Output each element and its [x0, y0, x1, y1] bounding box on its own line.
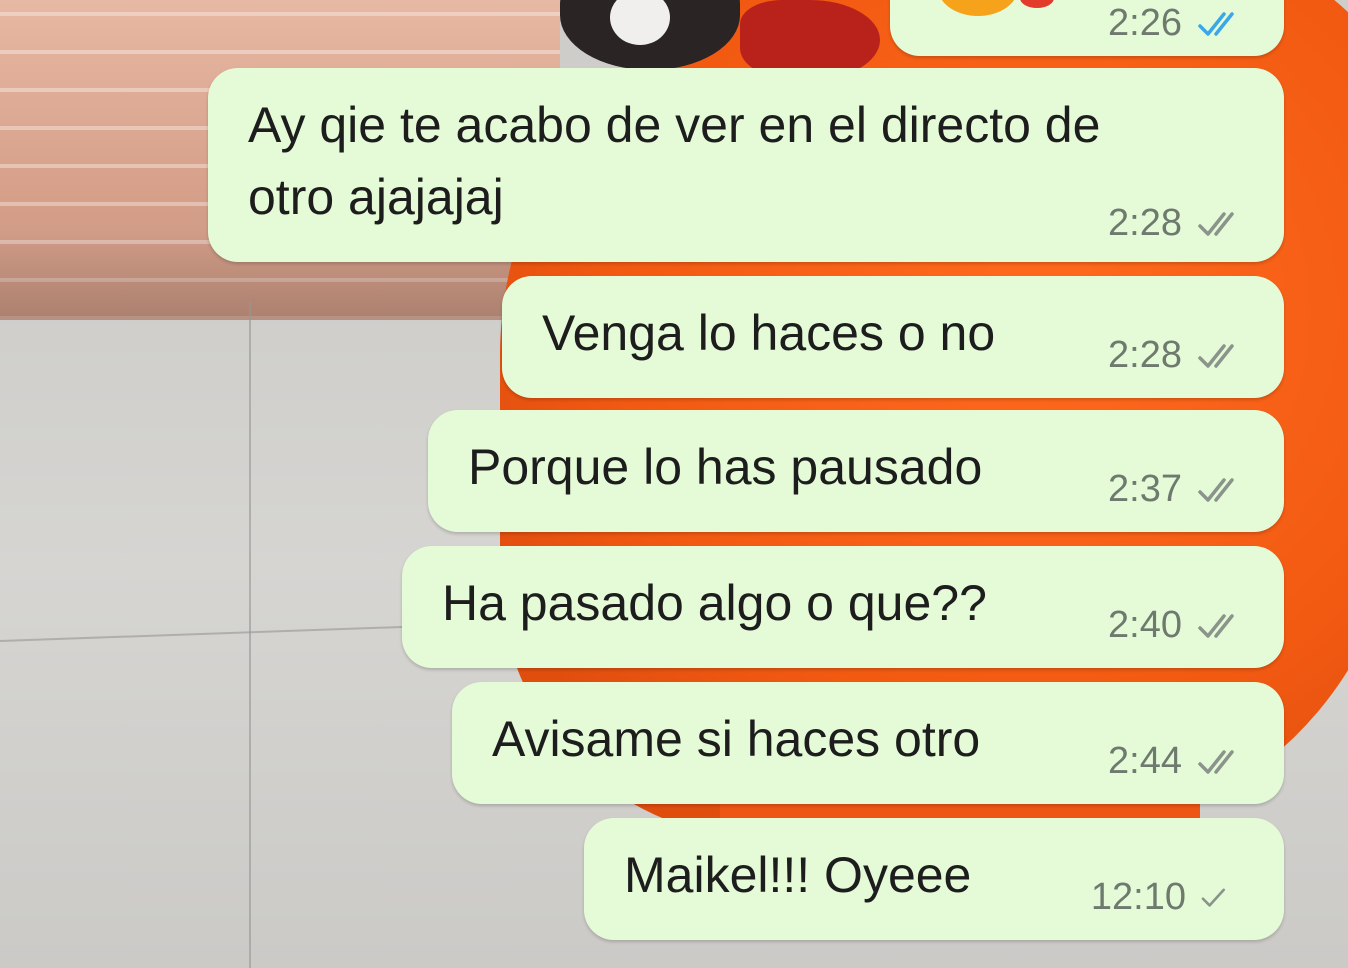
message-text: Avisame si haces otro [492, 711, 981, 767]
message-bubble[interactable]: Venga lo haces o no 2:28 [502, 276, 1284, 398]
message-bubble[interactable]: Porque lo has pausado 2:37 [428, 410, 1284, 532]
message-time: 2:28 [1108, 334, 1182, 376]
message-list[interactable]: 2:26 Ay qie te acabo de ver en el direct… [0, 0, 1348, 968]
message-meta: 2:28 [1108, 202, 1250, 245]
read-ticks-icon [1198, 11, 1234, 36]
message-text: otro ajajajaj [248, 169, 504, 225]
double-tick-icon [1198, 749, 1234, 774]
message-meta: 12:10 [1091, 876, 1240, 919]
message-time: 2:26 [1108, 2, 1182, 44]
double-tick-icon [1198, 211, 1234, 236]
message-time: 2:40 [1108, 604, 1182, 646]
message-text: Ay qie te acabo de ver en el directo de [248, 97, 1101, 153]
message-time: 2:37 [1108, 468, 1182, 510]
message-text: Ha pasado algo o que?? [442, 575, 987, 631]
emoji-face-icon [938, 0, 1018, 16]
message-bubble[interactable]: 2:26 [890, 0, 1284, 56]
message-meta: 2:40 [1108, 604, 1250, 647]
message-time: 2:44 [1108, 740, 1182, 782]
message-bubble[interactable]: Avisame si haces otro 2:44 [452, 682, 1284, 804]
message-time: 12:10 [1090, 876, 1186, 918]
double-tick-icon [1198, 343, 1234, 368]
emoji-heart-icon [1020, 0, 1054, 8]
single-tick-icon [1201, 888, 1225, 907]
double-tick-icon [1198, 613, 1234, 638]
message-meta: 2:44 [1108, 740, 1250, 783]
message-bubble[interactable]: Ay qie te acabo de ver en el directo de … [208, 68, 1284, 262]
message-text: Porque lo has pausado [468, 439, 983, 495]
message-meta: 2:28 [1108, 334, 1250, 377]
message-bubble[interactable]: Maikel!!! Oyeee 12:10 [584, 818, 1284, 940]
message-meta: 2:26 [1108, 2, 1250, 45]
message-text: Venga lo haces o no [542, 305, 996, 361]
message-time: 2:28 [1108, 202, 1182, 244]
double-tick-icon [1198, 477, 1234, 502]
message-bubble[interactable]: Ha pasado algo o que?? 2:40 [402, 546, 1284, 668]
message-text: Maikel!!! Oyeee [624, 847, 972, 903]
message-meta: 2:37 [1108, 468, 1250, 511]
